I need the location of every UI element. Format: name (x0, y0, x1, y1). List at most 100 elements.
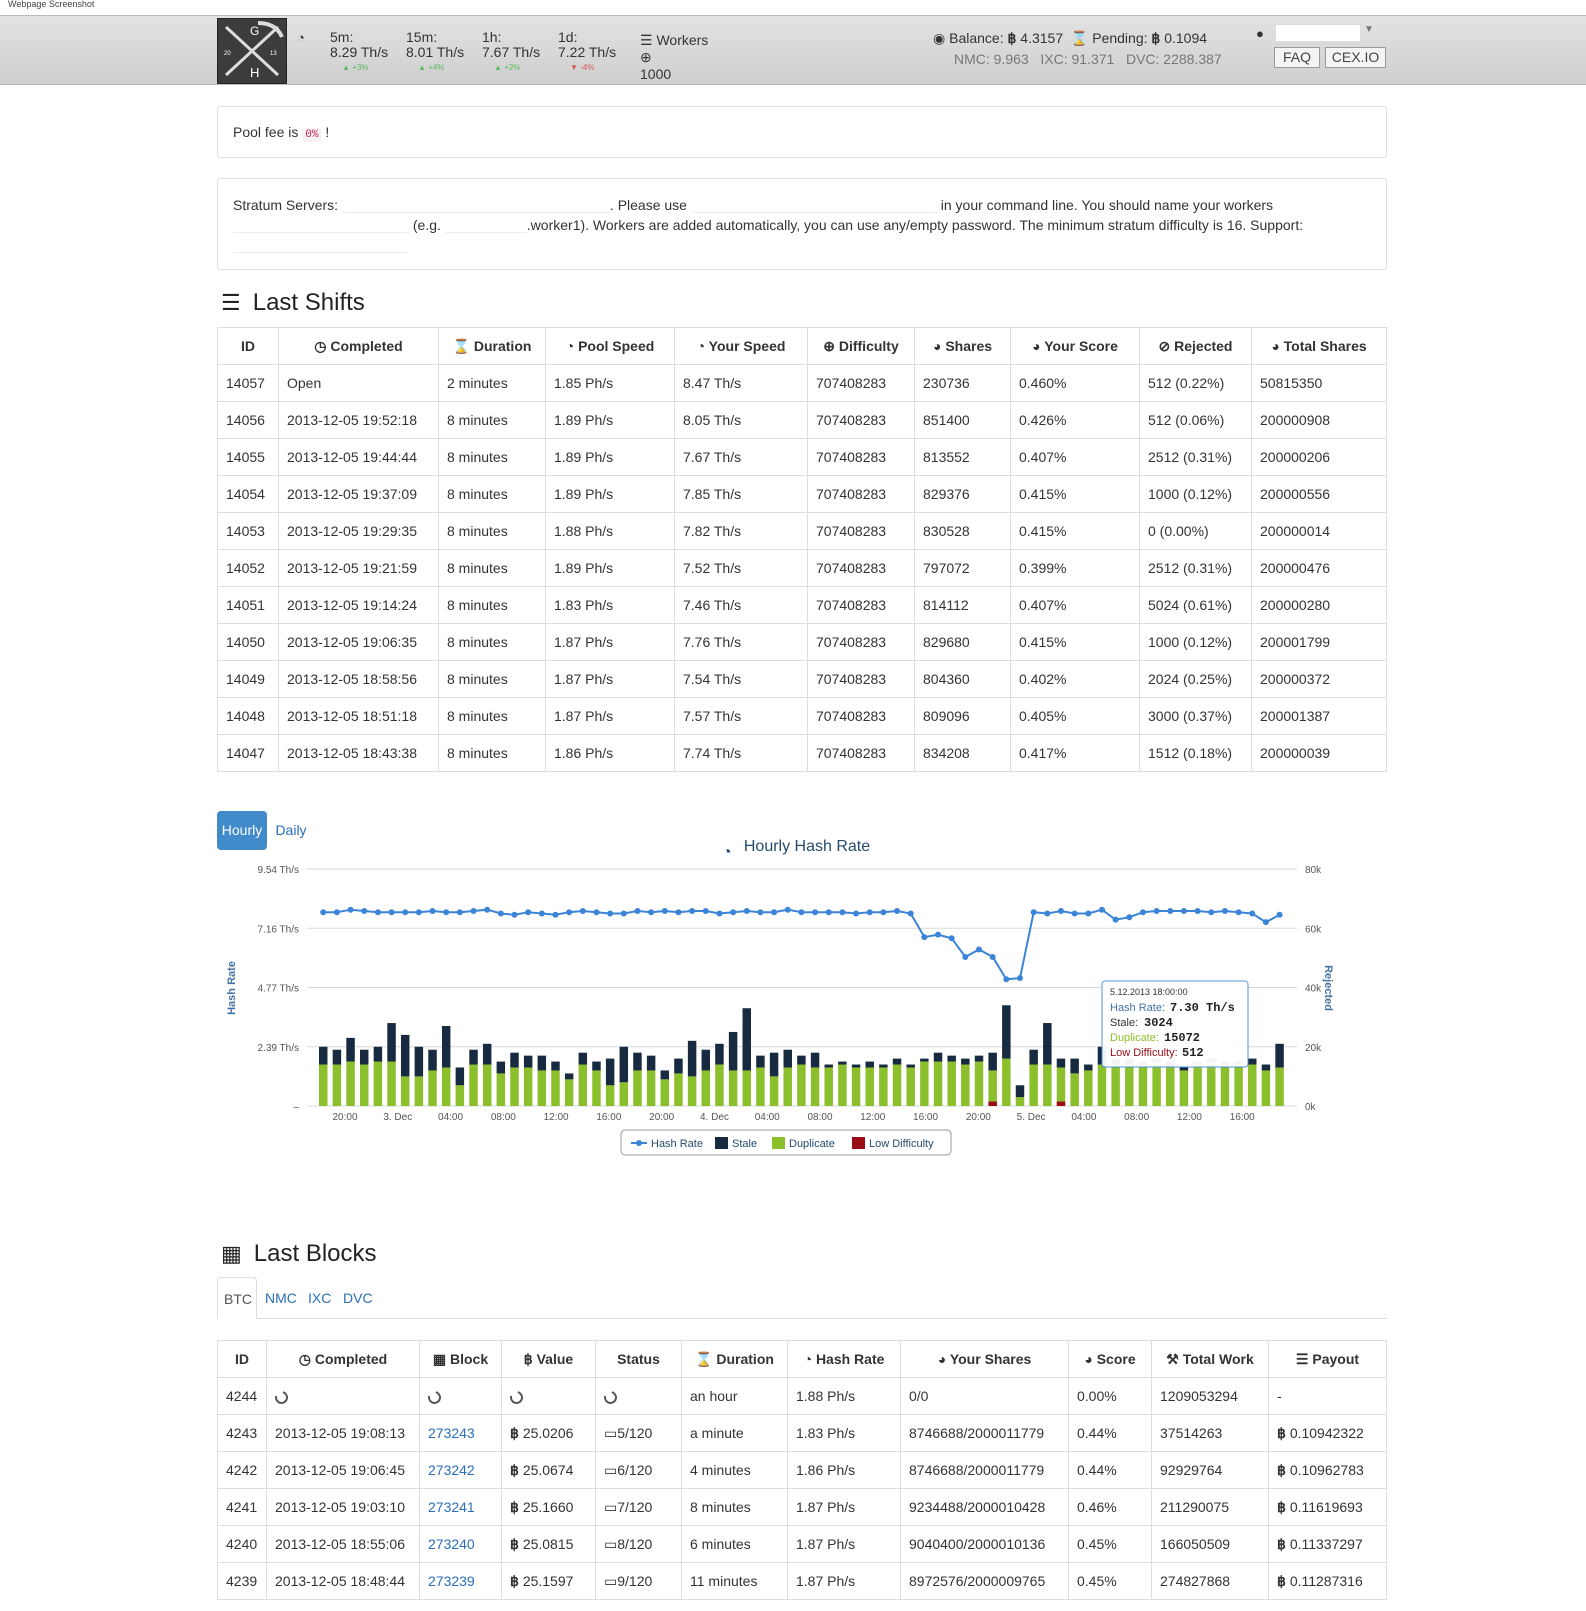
col-rejected[interactable]: ⊘ Rejected (1139, 327, 1252, 365)
hash-rate-point (743, 907, 750, 914)
cell-block[interactable]: 273240 (419, 1525, 502, 1563)
cell-hashrate: 1.87 Ph/s (787, 1525, 901, 1563)
table-cell: 1.87 Ph/s (545, 623, 675, 661)
table-cell: 7.54 Th/s (674, 660, 808, 698)
cell-status: ▭7/120 (595, 1488, 682, 1526)
duplicate-bar (892, 1064, 902, 1106)
tab-daily[interactable]: Daily (271, 811, 311, 850)
cell-hashrate: 1.86 Ph/s (787, 1451, 901, 1489)
table-cell: 8 minutes (438, 549, 546, 587)
col-payout[interactable]: ☰ Payout (1268, 1340, 1387, 1378)
table-cell: 14047 (217, 734, 279, 772)
stale-bar (1084, 1064, 1093, 1071)
col-shares[interactable]: ◕ Shares (914, 327, 1011, 365)
legend-item: Duplicate (789, 1138, 835, 1150)
hash-rate-point (839, 909, 846, 916)
stale-bar (851, 1064, 861, 1068)
cell-id: 4240 (217, 1525, 267, 1563)
block-link[interactable]: 273242 (428, 1462, 475, 1478)
stale-bar (387, 1023, 396, 1062)
legend-swatch (852, 1137, 865, 1149)
col-duration[interactable]: ⌛ Duration (438, 327, 546, 365)
cell-block[interactable] (419, 1377, 502, 1415)
col-hash-rate[interactable]: ◔ Hash Rate (787, 1340, 901, 1378)
block-link[interactable]: 273241 (428, 1499, 475, 1515)
cell-block[interactable]: 273243 (419, 1414, 502, 1452)
cell-block[interactable]: 273242 (419, 1451, 502, 1489)
hash-rate-point (730, 909, 737, 916)
cell-block[interactable]: 273241 (419, 1488, 502, 1526)
table-cell: 707408283 (807, 549, 915, 587)
stale-bar (414, 1046, 424, 1077)
hash-rate-point (757, 909, 764, 916)
col-your-shares[interactable]: ◕ Your Shares (900, 1340, 1069, 1378)
hash-rate-point (470, 907, 477, 914)
cell-shares: 8746688/2000011779 (900, 1451, 1069, 1489)
stale-bar (1261, 1064, 1271, 1071)
hash-rate-point (484, 906, 491, 913)
tab-btc[interactable]: BTC (217, 1277, 257, 1319)
hash-rate-point (853, 910, 860, 917)
stale-bar (728, 1031, 738, 1071)
stale-bar (373, 1046, 383, 1062)
col-total-work[interactable]: ⚒ Total Work (1151, 1340, 1269, 1378)
hash-rate-point (702, 907, 709, 914)
block-link[interactable]: 273243 (428, 1425, 475, 1441)
col-total-shares[interactable]: ◕ Total Shares (1251, 327, 1387, 365)
hash-rate-point (689, 907, 696, 914)
col-score[interactable]: ◕ Score (1068, 1340, 1152, 1378)
tab-dvc[interactable]: DVC (337, 1277, 379, 1319)
table-cell: 707408283 (807, 512, 915, 550)
stale-bar (482, 1043, 492, 1065)
hash-rate-point (429, 907, 436, 914)
x-tick-label: 12:00 (1177, 1112, 1202, 1123)
chevron-down-icon[interactable]: ▼ (1364, 24, 1374, 35)
block-link[interactable]: 273239 (428, 1573, 475, 1589)
cell-hashrate: 1.87 Ph/s (787, 1562, 901, 1600)
col-difficulty[interactable]: ⊕ Difficulty (807, 327, 915, 365)
cell-block[interactable]: 273239 (419, 1562, 502, 1600)
col-completed[interactable]: ◷ Completed (278, 327, 439, 365)
duplicate-bar (1234, 1064, 1243, 1106)
tooltip-label: Hash Rate: (1110, 1002, 1165, 1014)
table-cell: 707408283 (807, 364, 915, 402)
hash-rate-point (1126, 914, 1133, 921)
table-row: 4243 2013-12-05 19:08:13 273243 ฿ 25.0206 ▭5… (217, 1414, 1387, 1452)
col-completed[interactable]: ◷ Completed (266, 1340, 420, 1378)
col-duration[interactable]: ⌛ Duration (681, 1340, 788, 1378)
block-link[interactable]: 273240 (428, 1536, 475, 1552)
pool-logo[interactable]: G H 20 13 (217, 18, 287, 84)
col-pool-speed[interactable]: ◔ Pool Speed (545, 327, 675, 365)
cell-work: 37514263 (1151, 1414, 1269, 1452)
col-id[interactable]: ID (217, 1340, 267, 1378)
hash-rate-point (1180, 907, 1187, 914)
col-your-speed[interactable]: ◔ Your Speed (674, 327, 808, 365)
cell-duration: an hour (681, 1377, 788, 1415)
cell-status: ▭8/120 (595, 1525, 682, 1563)
col-block[interactable]: ▦ Block (419, 1340, 502, 1378)
cex-io-button[interactable]: CEX.IO (1325, 47, 1386, 68)
faq-button[interactable]: FAQ (1274, 47, 1320, 68)
duplicate-bar (687, 1076, 697, 1106)
tab-hourly[interactable]: Hourly (217, 811, 267, 850)
dashboard-icon: ◔ (297, 30, 305, 45)
duplicate-bar (783, 1067, 792, 1106)
fee-value: 0% (302, 128, 322, 142)
cell-hashrate: 1.83 Ph/s (787, 1414, 901, 1452)
col-value[interactable]: ฿ Value (501, 1340, 596, 1378)
stale-bar (319, 1046, 328, 1065)
col-status[interactable]: Status (595, 1340, 682, 1378)
tab-nmc[interactable]: NMC (259, 1277, 303, 1319)
duplicate-bar (810, 1067, 820, 1106)
legend-swatch (715, 1137, 728, 1149)
tab-ixc[interactable]: IXC (302, 1277, 337, 1319)
table-cell: 8 minutes (438, 438, 546, 476)
col-your-score[interactable]: ◕ Your Score (1010, 327, 1140, 365)
col-id[interactable]: ID (217, 327, 279, 365)
duplicate-bar (1179, 1070, 1189, 1106)
table-row: 14051 2013-12-05 19:14:24 8 minutes 1.83 Ph… (217, 586, 1387, 624)
pending-label: Pending: (1092, 30, 1148, 46)
duplicate-bar (1002, 1058, 1011, 1106)
table-cell: 1.83 Ph/s (545, 586, 675, 624)
user-dropdown[interactable] (1275, 24, 1361, 42)
